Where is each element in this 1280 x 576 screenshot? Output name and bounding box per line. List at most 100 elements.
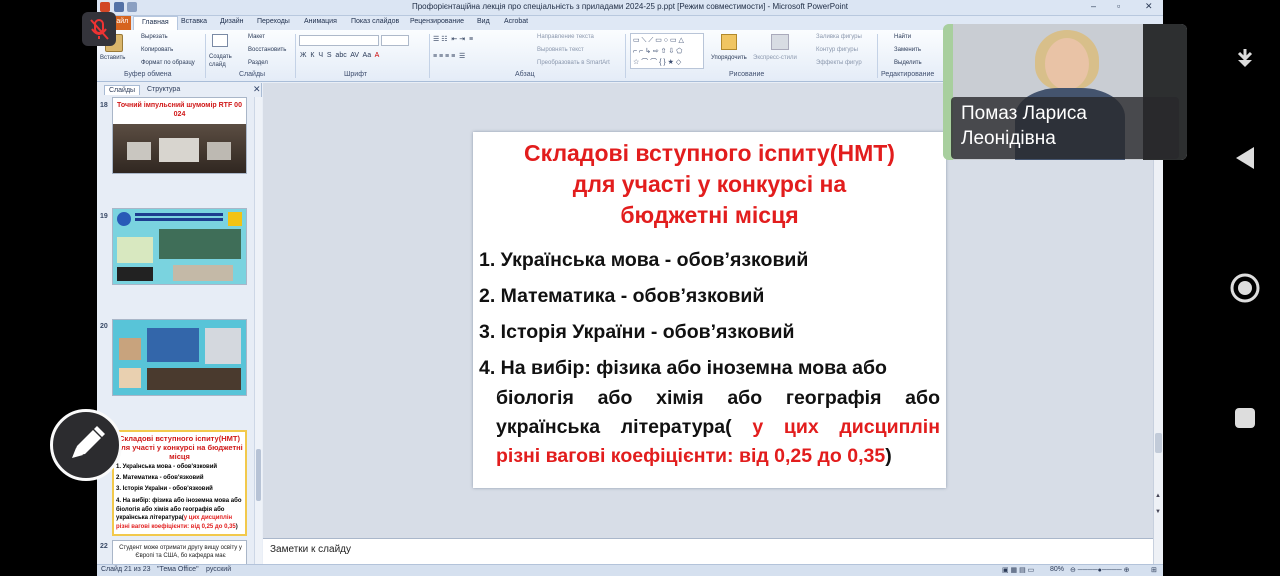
- close-icon[interactable]: ✕: [1145, 1, 1153, 12]
- tab-home[interactable]: Главная: [133, 16, 178, 30]
- smartart-button[interactable]: Преобразовать в SmartArt: [537, 60, 610, 66]
- slide-thumbnail-20[interactable]: [112, 319, 247, 396]
- notes-pane[interactable]: Заметки к слайду: [263, 538, 1153, 564]
- tab-slides[interactable]: Слайды: [104, 85, 141, 95]
- window-title: Профорієнтаційна лекція про спеціальніст…: [411, 2, 849, 11]
- exam-item-choice-line3: українська література( у цих дисциплін: [496, 416, 940, 438]
- recents-icon[interactable]: [1230, 403, 1260, 433]
- slides-panel-scrollbar[interactable]: [254, 97, 262, 564]
- font-format-icons[interactable]: Ж К Ч S abc AV Aa A: [300, 52, 379, 59]
- cut-button[interactable]: Вырезать: [141, 34, 168, 40]
- download-arrow-icon[interactable]: [1230, 45, 1260, 75]
- thumb-text: Студент може отримати другу вищу освіту …: [119, 545, 242, 559]
- pen-icon: [72, 426, 105, 458]
- back-icon[interactable]: [1230, 143, 1260, 173]
- theme-name: "Тема Office": [157, 566, 199, 573]
- shape-outline-button[interactable]: Контур фигуры: [816, 47, 858, 53]
- shape-effects-button[interactable]: Эффекты фигур: [816, 60, 862, 66]
- participant-name-label: Помаз Лариса Леонідівна: [951, 97, 1179, 159]
- thumb-title: Точний імпульсний шумомір RTF 00 024: [117, 102, 242, 118]
- language[interactable]: русский: [206, 566, 231, 573]
- layout-button[interactable]: Макет: [248, 34, 265, 40]
- font-size-box[interactable]: [381, 35, 409, 46]
- slide-thumbnail-19[interactable]: [112, 208, 247, 285]
- section-button[interactable]: Раздел: [248, 60, 268, 66]
- font-name-box[interactable]: [299, 35, 379, 46]
- font-group-label: Шрифт: [344, 71, 368, 78]
- quick-styles-icon[interactable]: [771, 34, 789, 50]
- tab-view[interactable]: Вид: [477, 18, 490, 25]
- tab-acrobat[interactable]: Acrobat: [504, 18, 528, 25]
- arrange-icon[interactable]: [721, 34, 737, 50]
- thumb-title: Складові вступного іспиту(НМТ) для участ…: [116, 434, 243, 461]
- separator: [295, 34, 296, 78]
- exam-item-choice-line2: біологія або хімія або географія або: [496, 387, 940, 409]
- exam-item-history: 3. Історія України - обов’язковий: [479, 321, 795, 343]
- slide-thumbnail-18[interactable]: Точний імпульсний шумомір RTF 00 024: [112, 97, 247, 174]
- view-buttons[interactable]: ▣ ▦ ▤ ▭: [1002, 566, 1034, 574]
- annotate-pen-button[interactable]: [50, 409, 122, 481]
- shapes-icons: ▭ ⟍ ⟋ ▭ ○ ▭ △ ⌐ ⌐ ↳ ⇨ ⇧ ⇩ ⬠ ☆ ⌒ ⌒ { } ★ ◇: [633, 37, 684, 66]
- restore-icon[interactable]: ▫: [1117, 1, 1120, 11]
- home-icon[interactable]: [1230, 273, 1260, 303]
- android-nav-bar: [1212, 0, 1280, 576]
- clipboard-group-label: Буфер обмена: [124, 71, 172, 78]
- notes-placeholder: Заметки к слайду: [270, 544, 351, 555]
- shape-fill-button[interactable]: Заливка фигуры: [816, 34, 862, 40]
- tab-design[interactable]: Дизайн: [220, 18, 244, 25]
- paste-button[interactable]: Вставить: [100, 55, 125, 61]
- new-slide-icon[interactable]: [212, 34, 228, 47]
- tab-review[interactable]: Рецензирование: [410, 18, 464, 25]
- zoom-slider[interactable]: ⊖ ────●──── ⊕: [1070, 566, 1130, 574]
- slide-title: Складові вступного іспиту(НМТ) для участ…: [524, 140, 895, 228]
- slide-count: Слайд 21 из 23: [101, 566, 151, 573]
- quick-styles-button[interactable]: Экспресс-стили: [753, 55, 797, 61]
- mic-muted-button[interactable]: [82, 12, 116, 46]
- exam-item-math: 2. Математика - обов’язковий: [479, 285, 765, 307]
- exam-item-ukrainian: 1. Українська мова - обов’язковий: [479, 249, 809, 271]
- tab-outline[interactable]: Структура: [143, 85, 184, 94]
- reset-button[interactable]: Восстановить: [248, 47, 286, 53]
- slides-group-label: Слайды: [239, 71, 266, 78]
- slide-number: 19: [100, 213, 108, 220]
- mic-off-icon: [90, 19, 109, 40]
- slides-panel: Слайды Структура ✕ 18 Точний імпульсний …: [97, 83, 262, 564]
- separator: [877, 34, 878, 78]
- list-buttons[interactable]: ☰ ☷ ⇤ ⇥ ≡: [433, 35, 473, 43]
- copy-button[interactable]: Копировать: [141, 47, 173, 53]
- exam-item-choice: 4. На вибір: фізика або іноземна мова аб…: [479, 357, 887, 379]
- tab-animation[interactable]: Анимация: [304, 18, 337, 25]
- thumb-item: 3. Історія України - обов'язковий: [116, 486, 213, 492]
- paragraph-group-label: Абзац: [515, 71, 535, 78]
- arrange-button[interactable]: Упорядочить: [711, 55, 747, 61]
- current-slide[interactable]: Складові вступного іспиту(НМТ) для участ…: [473, 132, 946, 488]
- find-button[interactable]: Найти: [894, 34, 911, 40]
- participant-video[interactable]: Помаз Лариса Леонідівна: [943, 24, 1187, 160]
- align-buttons[interactable]: ≡ ≡ ≡ ≡ ☰: [433, 52, 465, 60]
- format-painter-button[interactable]: Формат по образцу: [141, 60, 195, 66]
- minimize-icon[interactable]: –: [1091, 1, 1096, 11]
- thumb-item: 4. На вибір: фізика або іноземна мова аб…: [116, 498, 242, 530]
- align-text-button[interactable]: Выровнять текст: [537, 47, 584, 53]
- slide-thumbnail-22[interactable]: Студент може отримати другу вищу освіту …: [112, 540, 247, 564]
- text-direction-button[interactable]: Направление текста: [537, 34, 594, 40]
- slide-number: 22: [100, 543, 108, 550]
- tab-transitions[interactable]: Переходы: [257, 18, 290, 25]
- drawing-group-label: Рисование: [729, 71, 765, 78]
- zoom-level[interactable]: 80%: [1050, 566, 1064, 573]
- select-button[interactable]: Выделить: [894, 60, 922, 66]
- editing-group-label: Редактирование: [881, 71, 935, 78]
- new-slide-button[interactable]: Создать слайд: [209, 53, 237, 69]
- tab-insert[interactable]: Вставка: [181, 18, 207, 25]
- slide-number: 18: [100, 102, 108, 109]
- replace-button[interactable]: Заменить: [894, 47, 921, 53]
- panel-close-icon[interactable]: ✕: [253, 84, 261, 95]
- slide-thumbnail-21[interactable]: Складові вступного іспиту(НМТ) для участ…: [112, 430, 247, 536]
- tab-slideshow[interactable]: Показ слайдов: [351, 18, 399, 25]
- participant-face: [1045, 38, 1089, 90]
- thumb-item: 2. Математика - обов'язковий: [116, 475, 204, 481]
- shapes-gallery[interactable]: ▭ ⟍ ⟋ ▭ ○ ▭ △ ⌐ ⌐ ↳ ⇨ ⇧ ⇩ ⬠ ☆ ⌒ ⌒ { } ★ ◇: [630, 33, 704, 69]
- fit-slide-icon[interactable]: ⊞: [1151, 566, 1157, 574]
- exam-item-choice-line4: різні вагові коефіцієнти: від 0,25 до 0,…: [496, 445, 892, 467]
- thumb-item: 1. Українська мова - обов'язковий: [116, 464, 218, 470]
